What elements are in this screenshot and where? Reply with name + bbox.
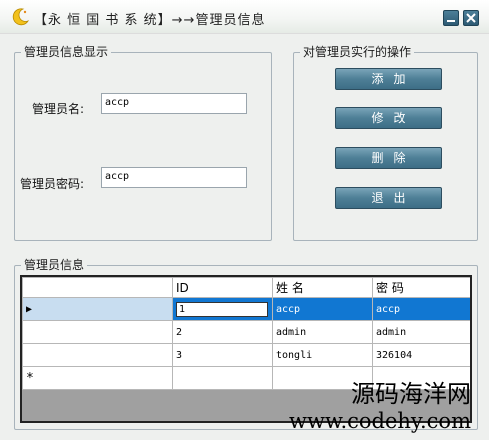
table-row[interactable]: 3 tongli 326104 — [22, 343, 470, 367]
admin-info-group: 管理员信息显示 — [14, 45, 272, 241]
cell-password[interactable]: admin — [372, 320, 470, 344]
new-row-icon: * — [26, 370, 34, 386]
admin-info-legend: 管理员信息显示 — [21, 45, 112, 60]
cell-id[interactable] — [172, 366, 273, 390]
cell-id[interactable]: 3 — [172, 343, 273, 367]
minimize-icon — [447, 20, 455, 22]
admin-name-input[interactable]: accp — [101, 93, 247, 114]
cell-name[interactable]: accp — [272, 297, 373, 321]
cell-id[interactable]: 2 — [172, 320, 273, 344]
watermark-title: 源码海洋网 — [351, 380, 471, 408]
table-row[interactable]: ▶ 1 accp accp — [22, 297, 470, 321]
current-row-icon: ▶ — [26, 303, 33, 315]
close-button[interactable] — [463, 10, 479, 26]
cell-name[interactable]: admin — [272, 320, 373, 344]
cell-name[interactable]: tongli — [272, 343, 373, 367]
admin-table: ID 姓 名 密 码 ▶ 1 accp accp 2 admin admin 3… — [22, 277, 470, 390]
delete-button[interactable]: 删除 — [335, 147, 442, 169]
column-header-name[interactable]: 姓 名 — [272, 277, 373, 298]
admin-password-input[interactable]: accp — [101, 167, 247, 188]
cell-password[interactable]: accp — [372, 297, 470, 321]
window-title: 【永 恒 国 书 系 统】→→管理员信息 — [34, 13, 266, 28]
admin-password-label: 管理员密码: — [20, 177, 85, 191]
minimize-button[interactable] — [443, 10, 459, 26]
admin-info-window: 【永 恒 国 书 系 统】→→管理员信息 管理员信息显示 管理员名: accp … — [0, 0, 489, 440]
row-header[interactable] — [22, 320, 173, 344]
row-header-corner — [22, 277, 173, 298]
watermark-url: www.codehy.com — [289, 409, 471, 433]
close-icon — [466, 13, 476, 23]
cell-id[interactable]: 1 — [172, 297, 273, 321]
row-header[interactable]: ▶ — [22, 297, 173, 321]
column-header-password[interactable]: 密 码 — [372, 277, 470, 298]
cell-id-editor[interactable]: 1 — [176, 301, 268, 317]
actions-legend: 对管理员实行的操作 — [300, 45, 415, 60]
exit-button[interactable]: 退出 — [335, 187, 442, 209]
edit-button[interactable]: 修改 — [335, 107, 442, 129]
watermark: 源码海洋网 www.codehy.com — [289, 380, 471, 434]
column-header-id[interactable]: ID — [172, 277, 273, 298]
title-bar[interactable]: 【永 恒 国 书 系 统】→→管理员信息 — [0, 0, 489, 34]
new-row-header[interactable]: * — [22, 366, 173, 390]
add-button[interactable]: 添加 — [335, 68, 442, 90]
row-header[interactable] — [22, 343, 173, 367]
cell-password[interactable]: 326104 — [372, 343, 470, 367]
table-header-row: ID 姓 名 密 码 — [22, 277, 470, 298]
moon-icon — [12, 8, 29, 26]
table-row[interactable]: 2 admin admin — [22, 320, 470, 344]
admin-list-legend: 管理员信息 — [21, 258, 88, 273]
admin-name-label: 管理员名: — [32, 102, 85, 116]
